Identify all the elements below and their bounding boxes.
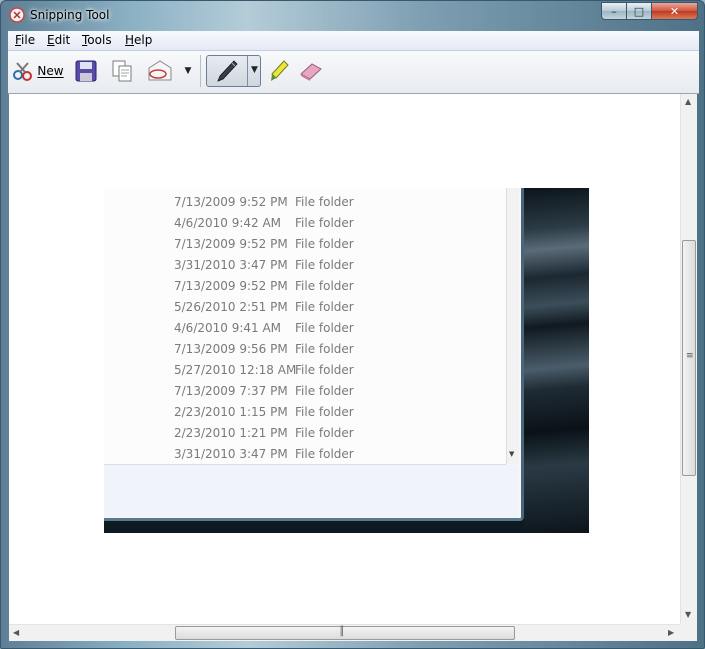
item-type: File folder [295, 300, 354, 314]
item-type: File folder [295, 405, 354, 419]
snip-explorer-window: 7/13/2009 9:52 PM File folder 4/6/2010 9:4… [104, 188, 524, 521]
date-modified: 7/13/2009 9:56 PM [174, 342, 288, 356]
new-snip-button[interactable]: New [11, 55, 65, 87]
table-row: 3/31/2010 3:47 PM File folder [104, 255, 506, 276]
item-type: File folder [295, 195, 354, 209]
date-modified: 3/31/2010 3:47 PM [174, 258, 288, 272]
close-button[interactable]: ✕ [652, 2, 698, 20]
pen-dropdown-arrow-icon[interactable]: ▼ [251, 65, 258, 75]
title-bar[interactable]: Snipping Tool – □ ✕ [1, 1, 704, 29]
date-modified: 7/13/2009 9:52 PM [174, 195, 288, 209]
date-modified: 7/13/2009 9:52 PM [174, 237, 288, 251]
item-type: File folder [295, 342, 354, 356]
close-icon: ✕ [669, 4, 680, 18]
vertical-scrollbar[interactable]: ▲ ≡ ▼ [680, 94, 697, 624]
snip-file-list: 7/13/2009 9:52 PM File folder 4/6/2010 9:4… [104, 188, 506, 465]
date-modified: 3/31/2010 3:47 PM [174, 447, 288, 461]
send-snip-icon [148, 60, 172, 81]
snip-desktop-background [524, 188, 589, 533]
date-modified: 2/23/2010 1:15 PM [174, 405, 288, 419]
horizontal-scroll-thumb[interactable]: ║ [175, 626, 515, 640]
copy-icon [112, 60, 132, 82]
captured-snip-image: 7/13/2009 9:52 PM File folder 4/6/2010 9:4… [104, 188, 589, 533]
date-modified: 4/6/2010 9:41 AM [174, 321, 282, 335]
minimize-button[interactable]: – [601, 2, 627, 20]
horizontal-scrollbar[interactable]: ◀ ║ ▶ [9, 624, 680, 641]
highlighter-button[interactable] [266, 55, 292, 87]
table-row: 4/6/2010 9:42 AM File folder [104, 213, 506, 234]
date-modified: 5/27/2010 12:18 AM [174, 363, 297, 377]
table-row: 2/23/2010 1:15 PM File folder [104, 402, 506, 423]
date-modified: 4/6/2010 9:42 AM [174, 216, 282, 230]
item-type: File folder [295, 279, 354, 293]
send-snip-dropdown[interactable]: ▼ [180, 55, 196, 87]
date-modified: 7/13/2009 7:37 PM [174, 384, 288, 398]
table-row: 7/13/2009 9:52 PM File folder [104, 276, 506, 297]
pen-split-divider [247, 56, 248, 86]
scroll-right-icon[interactable]: ▶ [668, 628, 674, 637]
snip-canvas[interactable]: 7/13/2009 9:52 PM File folder 4/6/2010 9:4… [9, 94, 680, 624]
item-type: File folder [295, 321, 354, 335]
pen-icon [217, 60, 238, 82]
table-row: 7/13/2009 9:52 PM File folder [104, 234, 506, 255]
snip-details-pane [104, 465, 519, 518]
maximize-icon: □ [633, 4, 645, 18]
item-type: File folder [295, 258, 354, 272]
minimize-icon: – [611, 4, 617, 18]
menu-help[interactable]: Help [125, 33, 152, 47]
menu-tools[interactable]: Tools [82, 33, 112, 47]
eraser-button[interactable] [297, 55, 325, 87]
table-row: 5/27/2010 12:18 AM File folder [104, 360, 506, 381]
eraser-icon [300, 63, 322, 81]
snipping-tool-window: Snipping Tool – □ ✕ File Edit Tools Help… [0, 0, 705, 649]
toolbar-separator [200, 55, 201, 87]
pen-button[interactable]: ▼ [206, 55, 261, 87]
table-row: 7/13/2009 7:37 PM File folder [104, 381, 506, 402]
scissors-icon [13, 62, 33, 81]
vertical-scroll-thumb[interactable]: ≡ [682, 240, 696, 476]
item-type: File folder [295, 216, 354, 230]
window-title: Snipping Tool [30, 8, 110, 22]
table-row: 5/26/2010 2:51 PM File folder [104, 297, 506, 318]
item-type: File folder [295, 426, 354, 440]
size-grip[interactable] [680, 624, 697, 641]
item-type: File folder [295, 384, 354, 398]
send-snip-button[interactable] [146, 55, 174, 87]
date-modified: 7/13/2009 9:52 PM [174, 279, 288, 293]
save-icon [75, 60, 97, 82]
snipping-tool-icon [9, 7, 25, 23]
grip-icon: ≡ [686, 351, 694, 361]
scroll-left-icon[interactable]: ◀ [13, 628, 19, 637]
item-type: File folder [295, 363, 354, 377]
menu-edit[interactable]: Edit [47, 33, 70, 47]
table-row: 7/13/2009 9:52 PM File folder [104, 192, 506, 213]
grip-icon: ║ [339, 627, 345, 637]
table-row: 3/31/2010 3:47 PM File folder [104, 444, 506, 465]
maximize-button[interactable]: □ [627, 2, 652, 20]
table-row: 7/13/2009 9:56 PM File folder [104, 339, 506, 360]
table-row: 2/23/2010 1:21 PM File folder [104, 423, 506, 444]
save-button[interactable] [72, 55, 100, 87]
date-modified: 2/23/2010 1:21 PM [174, 426, 288, 440]
date-modified: 5/26/2010 2:51 PM [174, 300, 288, 314]
scroll-up-icon[interactable]: ▲ [685, 97, 691, 106]
snip-list-scrollbar: ▼ [506, 188, 519, 464]
item-type: File folder [295, 237, 354, 251]
menu-bar: File Edit Tools Help [8, 31, 699, 51]
table-row: 4/6/2010 9:41 AM File folder [104, 318, 506, 339]
dropdown-arrow-icon: ▼ [184, 66, 192, 76]
menu-file[interactable]: File [15, 33, 35, 47]
snip-scroll-down-icon: ▼ [509, 450, 515, 458]
highlighter-icon [271, 60, 289, 81]
copy-button[interactable] [108, 55, 136, 87]
toolbar: New ▼ ▼ [8, 51, 699, 94]
new-label: New [37, 64, 64, 78]
caption-buttons: – □ ✕ [601, 2, 698, 20]
item-type: File folder [295, 447, 354, 461]
scroll-down-icon[interactable]: ▼ [685, 610, 691, 619]
